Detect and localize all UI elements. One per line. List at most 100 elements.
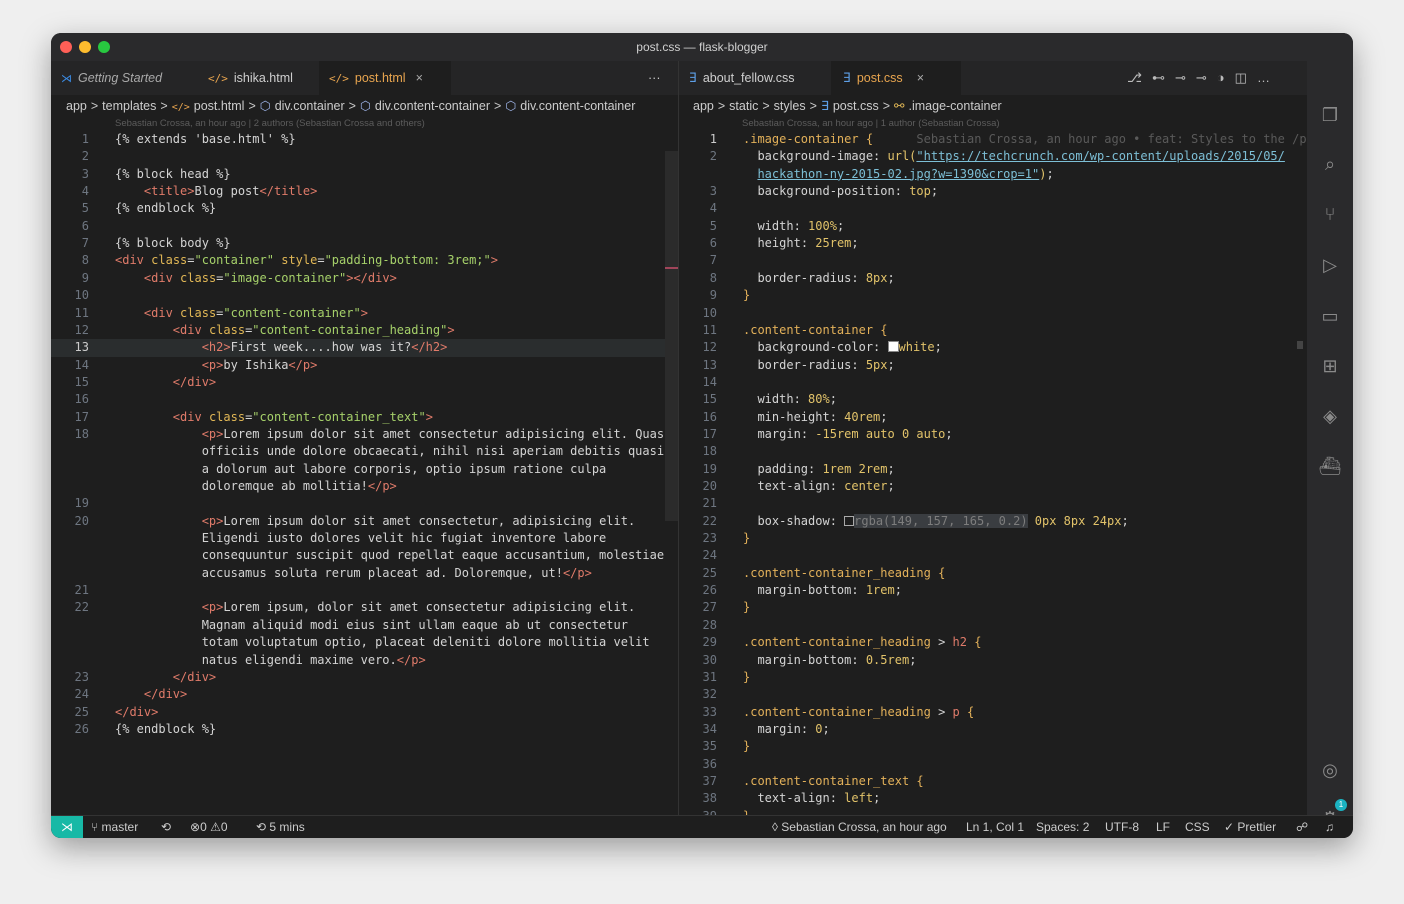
breadcrumb-item[interactable]: post.css	[833, 99, 879, 113]
code-line: 8 border-radius: 8px;	[709, 270, 895, 285]
source-control-icon[interactable]: ⑂	[1318, 202, 1342, 226]
code-line: Eligendi iusto dolores velit hic fugiat …	[115, 531, 607, 546]
code-line: 30 margin-bottom: 0.5rem;	[702, 652, 917, 667]
code-line: 6	[81, 218, 89, 233]
language-mode[interactable]: CSS	[1185, 816, 1210, 838]
more-actions-icon[interactable]: …	[1257, 70, 1280, 85]
accounts-icon[interactable]: ◎	[1318, 758, 1342, 782]
tab-about-fellow-css[interactable]: ∃ about_fellow.css	[689, 61, 829, 95]
docker-icon[interactable]: ⛴	[1318, 454, 1342, 478]
code-line: 20 text-align: center;	[702, 479, 895, 493]
code-line: 15 width: 80%;	[702, 392, 837, 407]
code-line: 19	[74, 496, 89, 511]
notifications-icon[interactable]: ♫	[1325, 816, 1334, 838]
code-line: Magnam aliquid modi eius sint ullam eaqu…	[115, 617, 628, 632]
code-line: 22 box-shadow: rgba(149, 157, 165, 0.2) …	[702, 513, 1129, 528]
indentation[interactable]: Spaces: 2	[1036, 816, 1089, 838]
color-swatch[interactable]	[887, 341, 899, 353]
breadcrumb-item[interactable]: app	[693, 99, 714, 113]
breadcrumb-item[interactable]: templates	[102, 99, 156, 113]
remote-explorer-icon[interactable]: ▭	[1318, 304, 1342, 328]
timeline-icon[interactable]: ◑	[1217, 70, 1235, 85]
code-area[interactable]: 1 {% extends 'base.html' %} 2 3 {% block h…	[51, 131, 678, 815]
code-line: hackathon-ny-2015-02.jpg?w=1390&crop=1")…	[757, 166, 1054, 181]
code-area[interactable]: 1 .image-container { Sebastian Crossa, an…	[679, 131, 1321, 815]
breadcrumb-item[interactable]: div.content-container	[375, 99, 490, 113]
code-line: 3 {% block head %}	[81, 166, 231, 181]
code-line: 17 margin: -15rem auto 0 auto;	[702, 426, 953, 441]
gitlens-icon[interactable]: ◈	[1318, 404, 1342, 428]
line-ending[interactable]: LF	[1156, 816, 1170, 838]
vertical-scrollbar[interactable]	[665, 151, 678, 521]
git-compare-icon[interactable]: ⊷	[1152, 70, 1175, 85]
breadcrumb-item[interactable]: div.container	[275, 99, 345, 113]
problems-indicator[interactable]: ⊗0 ⚠0	[190, 816, 228, 838]
code-line: 12 background-color: white;	[702, 340, 942, 355]
commit-icon: ◊	[772, 820, 778, 834]
previous-change-icon[interactable]: ⊸	[1175, 70, 1196, 85]
remote-indicator-icon[interactable]: ⋊	[51, 816, 83, 838]
code-line: 9}	[709, 288, 751, 303]
cursor-position[interactable]: Ln 1, Col 1	[966, 816, 1024, 838]
element-icon: ⬡	[259, 99, 271, 113]
code-line: 8 <div class="container" style="padding-b…	[81, 253, 498, 268]
open-changes-icon[interactable]: ⎇	[1127, 70, 1152, 85]
code-line: 4	[709, 201, 717, 216]
breadcrumb-item[interactable]: div.content-container	[520, 99, 635, 113]
breadcrumb-separator: >	[809, 99, 817, 113]
code-line: 25 .content-container_heading {	[702, 565, 946, 580]
extensions-icon[interactable]: ⊞	[1318, 354, 1342, 378]
code-line: 21	[702, 496, 717, 511]
breadcrumb-item[interactable]: .image-container	[909, 99, 1002, 113]
timer-indicator[interactable]: ⟲ 5 mins	[256, 816, 305, 838]
blame-indicator[interactable]: ◊ Sebastian Crossa, an hour ago	[772, 816, 947, 838]
code-line: officiis unde dolore obcaecati, nihil ni…	[115, 444, 665, 459]
code-line: 32	[702, 687, 717, 702]
tab-ishika-html[interactable]: </> ishika.html	[208, 61, 318, 95]
explorer-icon[interactable]: ❐	[1318, 103, 1342, 127]
search-icon[interactable]: ⌕	[1318, 152, 1342, 176]
codelens-blame[interactable]: Sebastian Crossa, an hour ago | 2 author…	[115, 117, 425, 131]
code-line: 19 padding: 1rem 2rem;	[702, 461, 895, 476]
code-line: 1 {% extends 'base.html' %}	[81, 132, 296, 146]
code-line: 16 min-height: 40rem;	[702, 409, 888, 424]
close-tab-icon[interactable]: ×	[416, 71, 423, 85]
right-editor-group: ∃ about_fellow.css ∃ post.css × ⎇⊷⊸⊸◑◫… app…	[679, 61, 1321, 815]
feedback-icon[interactable]: ☍	[1296, 816, 1308, 838]
close-tab-icon[interactable]: ×	[917, 71, 924, 85]
run-debug-icon[interactable]: ▷	[1318, 253, 1342, 277]
right-tab-bar: ∃ about_fellow.css ∃ post.css × ⎇⊷⊸⊸◑◫…	[679, 61, 1307, 95]
split-editor-icon[interactable]: ◫	[1235, 70, 1257, 85]
css-icon: ∃	[820, 99, 829, 113]
title-bar: post.css — flask-blogger	[51, 33, 1353, 61]
code-line: 11 <div class="content-container">	[74, 305, 368, 320]
vertical-scrollbar[interactable]	[1297, 341, 1303, 349]
sync-icon[interactable]: ⟲	[161, 816, 171, 838]
current-line: 13 <h2>First week....how was it?</h2>	[51, 339, 678, 357]
vscode-window: post.css — flask-blogger ⋊ Getting Starte…	[51, 33, 1353, 838]
breadcrumb-item[interactable]: post.html	[194, 99, 245, 113]
next-change-icon[interactable]: ⊸	[1196, 70, 1217, 85]
breadcrumb-item[interactable]: app	[66, 99, 87, 113]
more-actions-icon[interactable]: ···	[648, 61, 661, 95]
code-line: 2 background-image: url("https://techcru…	[709, 149, 1285, 164]
warning-icon: ⚠	[210, 820, 221, 834]
breadcrumb-item[interactable]: styles	[774, 99, 806, 113]
breadcrumb-separator: >	[90, 99, 99, 113]
code-line: 33 .content-container_heading > p {	[702, 704, 975, 719]
color-swatch[interactable]	[844, 515, 855, 526]
tab-post-html[interactable]: </> post.html ×	[319, 61, 451, 95]
tab-post-css[interactable]: ∃ post.css ×	[831, 61, 961, 95]
encoding[interactable]: UTF-8	[1105, 816, 1139, 838]
branch-indicator[interactable]: ⑂ master	[91, 816, 138, 838]
codelens-blame[interactable]: Sebastian Crossa, an hour ago | 1 author…	[742, 117, 1000, 131]
code-line: 31}	[702, 669, 751, 684]
status-bar: ⋊ ⑂ master ⟲ ⊗0 ⚠0 ⟲ 5 mins ◊ Sebastian …	[51, 815, 1353, 838]
breadcrumb-separator: >	[348, 99, 356, 113]
breadcrumb-item[interactable]: static	[729, 99, 758, 113]
vscode-icon: ⋊	[61, 72, 72, 85]
code-line: 13 border-radius: 5px;	[702, 357, 895, 372]
tab-getting-started[interactable]: ⋊ Getting Started	[61, 61, 191, 95]
formatter-indicator[interactable]: ✓ Prettier	[1224, 816, 1276, 838]
css-icon: ∃	[843, 71, 851, 86]
